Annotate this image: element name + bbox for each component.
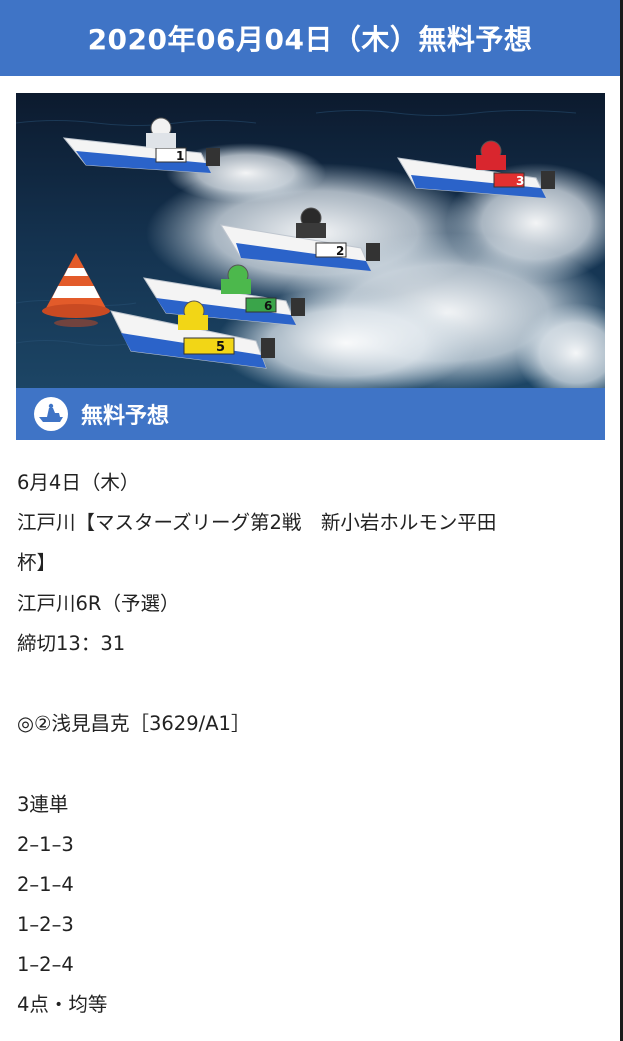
bet-summary: 4点・均等 [17, 993, 108, 1017]
pick-racer: ◎②浅見昌克［3629/A1］ [17, 712, 251, 736]
bet-combination: 1–2–4 [17, 953, 74, 977]
svg-text:1: 1 [176, 149, 184, 163]
svg-text:2: 2 [336, 244, 344, 258]
boat-icon [34, 397, 68, 431]
section-header: 無料予想 [16, 388, 605, 440]
page-header: 2020年06月04日（木）無料予想 [0, 0, 620, 76]
bet-type: 3連単 [17, 792, 69, 816]
bet-combination: 2–1–4 [17, 872, 74, 896]
race-title-line-1: 江戸川【マスターズリーグ第2戦 新小岩ホルモン平田 [17, 511, 497, 535]
race-title-line-2: 杯】 [17, 551, 57, 575]
prediction-content: 6月4日（木） 江戸川【マスターズリーグ第2戦 新小岩ホルモン平田 杯】 江戸川… [17, 463, 592, 1026]
svg-text:3: 3 [516, 174, 524, 188]
bet-combination: 1–2–3 [17, 913, 74, 937]
section-title: 無料予想 [81, 404, 170, 429]
svg-text:6: 6 [264, 299, 272, 313]
race-number: 江戸川6R（予選） [17, 591, 180, 615]
page-title: 2020年06月04日（木）無料予想 [87, 23, 533, 56]
deadline-time: 締切13：31 [17, 631, 126, 655]
svg-text:5: 5 [216, 340, 225, 355]
hero-image: 1 3 2 6 5 [16, 93, 605, 388]
race-date: 6月4日（木） [17, 471, 140, 494]
bet-combination: 2–1–3 [17, 832, 74, 856]
